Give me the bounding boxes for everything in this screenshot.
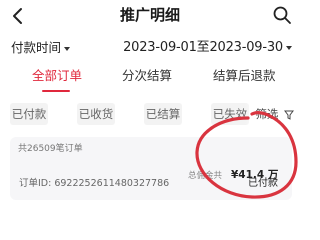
chip-settled[interactable]: 已结算 (144, 103, 182, 125)
tab-bar: 全部订单 分次结算 结算后退款 (0, 66, 300, 96)
order-row[interactable]: 订单ID: 6922252611480327786 已付款 (10, 174, 292, 194)
dropdown-arrow-icon (64, 46, 71, 51)
chip-invalid[interactable]: 已失效 (211, 103, 249, 125)
order-id: 订单ID: 6922252611480327786 (19, 178, 170, 189)
tab-all-orders[interactable]: 全部订单 (32, 66, 82, 86)
date-range-dropdown[interactable]: 2023-09-01至2023-09-30 (123, 38, 292, 58)
tab-refund-after-settlement[interactable]: 结算后退款 (213, 66, 276, 86)
filter-icon (284, 110, 294, 120)
time-type-dropdown[interactable]: 付款时间 (11, 38, 71, 58)
status-chip-row: 已付款 已收货 已结算 已失效 筛选 (0, 103, 300, 127)
total-order-count: 共26509笔订单 (18, 144, 83, 154)
active-tab-indicator (42, 90, 70, 92)
tab-partial-settlement[interactable]: 分次结算 (122, 66, 172, 86)
filter-label: 筛选 (255, 107, 279, 121)
header-bar: 推广明细 (0, 0, 300, 34)
dropdown-arrow-icon (286, 45, 292, 50)
page-title: 推广明细 (119, 6, 180, 24)
filter-row: 付款时间 2023-09-01至2023-09-30 (0, 38, 300, 58)
chip-received[interactable]: 已收货 (77, 103, 115, 125)
chip-paid[interactable]: 已付款 (10, 103, 48, 125)
time-type-label: 付款时间 (11, 40, 62, 55)
date-range-label: 2023-09-01至2023-09-30 (123, 40, 283, 55)
order-status: 已付款 (248, 178, 278, 189)
search-icon[interactable] (272, 5, 292, 25)
filter-button[interactable]: 筛选 (245, 103, 294, 125)
